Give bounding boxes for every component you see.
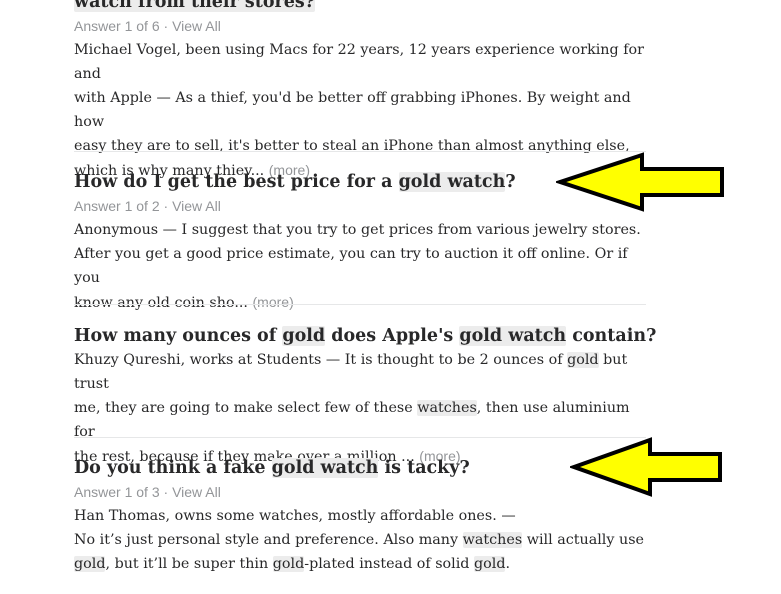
- question-title[interactable]: Do you think a fake gold watch is tacky?: [74, 456, 646, 480]
- question-title[interactable]: How many ounces of gold does Apple's gol…: [74, 324, 656, 348]
- text-highlight: gold: [272, 556, 305, 572]
- more-link[interactable]: (more): [253, 294, 294, 310]
- result-item-fake-gold-watch: Do you think a fake gold watch is tacky?…: [74, 456, 646, 576]
- answer-count: Answer 1 of 2: [74, 198, 160, 214]
- title-highlight: gold watch: [271, 458, 379, 478]
- meta-separator: ·: [159, 484, 173, 500]
- title-text: How do I get the best price for a: [74, 172, 399, 192]
- title-highlight: gold watch: [459, 326, 567, 346]
- title-text: is tacky?: [378, 458, 470, 478]
- answer-line-text: .: [505, 556, 511, 572]
- answer-line: Michael Vogel, been using Macs for 22 ye…: [74, 42, 644, 82]
- answer-meta: Answer 1 of 6 · View All: [74, 16, 646, 36]
- answer-line: After you get a good price estimate, you…: [74, 246, 628, 286]
- answer-preview[interactable]: Han Thomas, owns some watches, mostly af…: [74, 504, 646, 576]
- answer-line: know any old coin sho... (more): [74, 290, 646, 315]
- yellow-arrow-left-icon: [570, 437, 722, 497]
- answer-line: gold, but it’ll be super thin gold-plate…: [74, 552, 646, 576]
- divider: [74, 437, 646, 438]
- text-highlight: gold: [567, 352, 599, 368]
- text-highlight: gold: [74, 556, 106, 572]
- result-item-ounces-gold: How many ounces of gold does Apple's gol…: [74, 324, 656, 469]
- answer-preview[interactable]: Anonymous — I suggest that you try to ge…: [74, 218, 646, 315]
- answer-line-text: Khuzy Qureshi, works at Students — It is…: [74, 352, 568, 368]
- title-text: contain?: [566, 326, 657, 346]
- answer-line-text: No it’s just personal style and preferen…: [74, 532, 463, 548]
- answer-line-text: , but it’ll be super thin: [105, 556, 273, 572]
- title-text: Do you think a fake: [74, 458, 272, 478]
- title-text: How many ounces of: [74, 326, 283, 346]
- answer-meta: Answer 1 of 3 · View All: [74, 482, 646, 502]
- title-highlight: gold: [282, 326, 326, 346]
- view-all-link[interactable]: View All: [172, 198, 221, 214]
- answer-line: Khuzy Qureshi, works at Students — It is…: [74, 348, 646, 396]
- title-text: does Apple's: [325, 326, 460, 346]
- title-highlight: gold watch: [398, 172, 506, 192]
- text-highlight: watches: [417, 400, 477, 416]
- meta-separator: ·: [159, 198, 173, 214]
- answer-line: Anonymous — I suggest that you try to ge…: [74, 222, 641, 238]
- view-all-link[interactable]: View All: [172, 18, 221, 34]
- answer-line-text: -plated instead of solid: [304, 556, 474, 572]
- answer-count: Answer 1 of 6: [74, 18, 160, 34]
- text-highlight: watches: [462, 532, 523, 548]
- answer-line: No it’s just personal style and preferen…: [74, 528, 646, 552]
- answer-count: Answer 1 of 3: [74, 484, 160, 500]
- meta-separator: ·: [159, 18, 173, 34]
- yellow-arrow-left-icon: [556, 152, 724, 212]
- text-highlight: gold: [474, 556, 506, 572]
- answer-line: Han Thomas, owns some watches, mostly af…: [74, 508, 516, 524]
- divider: [74, 304, 646, 305]
- answer-line-text: know any old coin sho...: [74, 295, 248, 311]
- question-title-text[interactable]: watch from their stores?: [74, 0, 315, 12]
- answer-line-text: will actually use: [522, 532, 644, 548]
- answer-preview[interactable]: Khuzy Qureshi, works at Students — It is…: [74, 348, 646, 469]
- answer-line-text: me, they are going to make select few of…: [74, 400, 418, 416]
- question-title[interactable]: watch from their stores?: [74, 0, 646, 14]
- answer-line: with Apple — As a thief, you'd be better…: [74, 90, 631, 130]
- title-text: ?: [505, 172, 516, 192]
- view-all-link[interactable]: View All: [172, 484, 221, 500]
